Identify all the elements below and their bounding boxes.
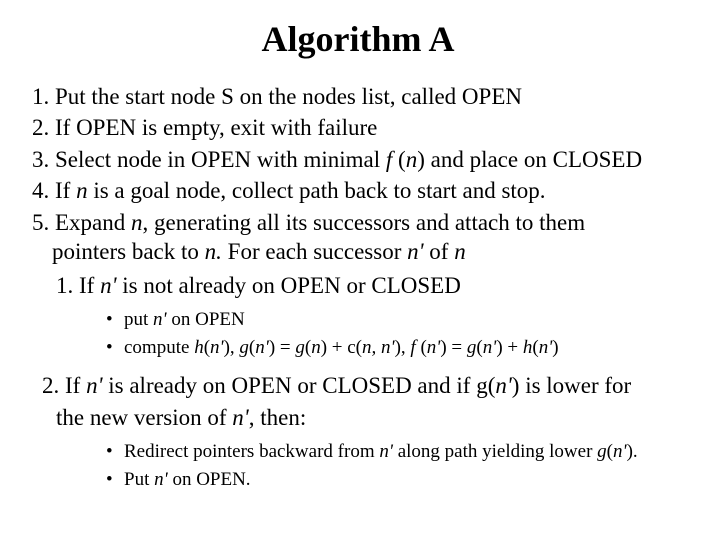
sub2d-a: the new version of (56, 405, 232, 430)
bullet-put-open: • put n' on OPEN (106, 306, 680, 334)
bullet-text: put n' on OPEN (124, 306, 245, 334)
step-4-n: n (76, 178, 88, 203)
bullet-icon: • (106, 438, 124, 466)
step-5-n: n (131, 210, 143, 235)
bullet-icon: • (106, 306, 124, 334)
bullet-text: Redirect pointers backward from n' along… (124, 438, 638, 466)
slide: Algorithm A 1. Put the start node S on t… (0, 0, 720, 540)
step-5-text-a: 5. Expand (32, 210, 131, 235)
sub2-np2: n' (495, 373, 511, 398)
sub1-a: 1. If (56, 273, 100, 298)
step-4-text-a: 4. If (32, 178, 76, 203)
step-5: 5. Expand n, generating all its successo… (32, 208, 680, 237)
substep-2-cont: the new version of n', then: (56, 403, 680, 432)
step-5c-a: pointers back to (52, 239, 205, 264)
step-5c-np: n' (407, 239, 423, 264)
bullet-icon: • (106, 334, 124, 362)
step-3-text-a: 3. Select node in OPEN with minimal (32, 147, 386, 172)
substep-2: 2. If n' is already on OPEN or CLOSED an… (42, 371, 680, 400)
step-2: 2. If OPEN is empty, exit with failure (32, 113, 680, 142)
sub2-bullets: • Redirect pointers backward from n' alo… (106, 438, 680, 493)
step-5c-b: For each successor (222, 239, 407, 264)
bullet-put-open-2: • Put n' on OPEN. (106, 466, 680, 494)
sub2-np: n' (86, 373, 102, 398)
sub2-a: 2. If (42, 373, 86, 398)
sub2d-b: , then: (249, 405, 307, 430)
sub1-b: is not already on OPEN or CLOSED (117, 273, 461, 298)
bullet-text: compute h(n'), g(n') = g(n) + c(n, n'), … (124, 334, 559, 362)
step-5c-n2: n (454, 239, 466, 264)
step-5-cont: pointers back to n. For each successor n… (32, 237, 680, 266)
step-4: 4. If n is a goal node, collect path bac… (32, 176, 680, 205)
bullet-text: Put n' on OPEN. (124, 466, 251, 494)
sub2d-np: n' (232, 405, 248, 430)
sub2-c: ) is lower for (512, 373, 631, 398)
step-3: 3. Select node in OPEN with minimal f (n… (32, 145, 680, 174)
step-3-f: f (386, 147, 398, 172)
step-5c-n: n. (205, 239, 222, 264)
substep-1: 1. If n' is not already on OPEN or CLOSE… (56, 271, 680, 300)
sub1-bullets: • put n' on OPEN • compute h(n'), g(n') … (106, 306, 680, 361)
bullet-compute: • compute h(n'), g(n') = g(n) + c(n, n')… (106, 334, 680, 362)
substeps-list: 1. If n' is not already on OPEN or CLOSE… (56, 271, 680, 494)
step-4-text-b: is a goal node, collect path back to sta… (88, 178, 546, 203)
step-1: 1. Put the start node S on the nodes lis… (32, 82, 680, 111)
step-3-paren: ( (398, 147, 406, 172)
bullet-icon: • (106, 466, 124, 494)
bullet-redirect: • Redirect pointers backward from n' alo… (106, 438, 680, 466)
step-3-text-b: ) and place on CLOSED (417, 147, 642, 172)
sub1-np: n' (100, 273, 116, 298)
step-5-text-b: , generating all its successors and atta… (143, 210, 586, 235)
sub2-b: is already on OPEN or CLOSED and if g( (103, 373, 496, 398)
step-3-n: n (406, 147, 418, 172)
step-5c-c: of (424, 239, 455, 264)
main-steps-list: 1. Put the start node S on the nodes lis… (32, 82, 680, 493)
slide-title: Algorithm A (36, 18, 680, 60)
